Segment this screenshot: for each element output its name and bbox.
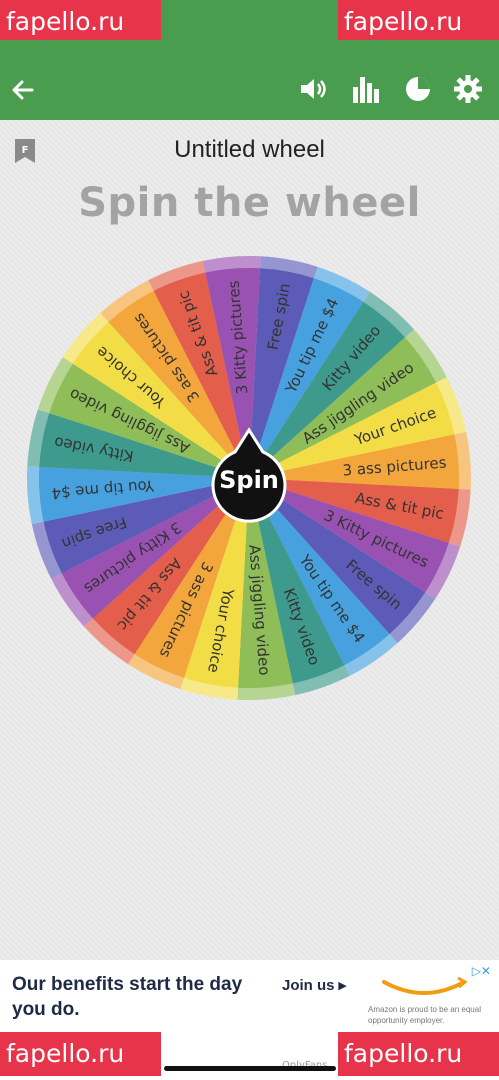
watermark: fapello.ru [338, 0, 499, 40]
wheel-screen: F Untitled wheel Spin the wheel Free spi… [0, 120, 499, 960]
ad-join-button[interactable]: Join us ▸ [282, 976, 346, 994]
spin-heading: Spin the wheel [78, 180, 421, 226]
volume-icon[interactable] [298, 73, 330, 105]
wheel-title[interactable]: Untitled wheel [0, 136, 499, 164]
pie-chart-icon[interactable] [402, 73, 434, 105]
gear-icon[interactable] [452, 73, 484, 105]
back-arrow-icon[interactable] [8, 75, 38, 105]
app-bar [0, 58, 499, 120]
watermark: fapello.ru [0, 1032, 161, 1076]
ad-headline: Our benefits start the day you do. [12, 974, 243, 1020]
bar-chart-icon[interactable] [350, 73, 382, 105]
spin-wheel[interactable]: Free spinYou tip me $4Kitty videoAss jig… [0, 250, 499, 710]
watermark: fapello.ru [0, 0, 161, 40]
home-indicator[interactable] [164, 1066, 336, 1071]
ad-disclaimer: Amazon is proud to be an equal opportuni… [368, 1005, 481, 1025]
watermark: fapello.ru [338, 1032, 499, 1076]
ad-choices-icon[interactable]: ▷✕ [472, 964, 491, 978]
amazon-smile-logo [380, 976, 470, 1000]
spin-button-label[interactable]: Spin [219, 466, 279, 494]
